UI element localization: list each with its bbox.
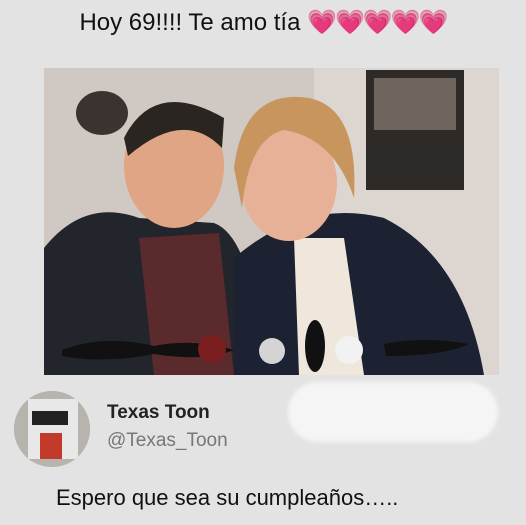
user-handle[interactable]: @Texas_Toon <box>107 430 228 452</box>
tweet-text: Espero que sea su cumpleaños….. <box>56 485 399 510</box>
heart-emoji-icons: 💗💗💗💗💗 <box>307 9 448 36</box>
user-avatar[interactable] <box>14 391 90 467</box>
caption-text: Hoy 69!!!! Te amo tía <box>79 9 301 36</box>
post-caption: Hoy 69!!!! Te amo tía 💗💗💗💗💗 <box>0 8 526 38</box>
photo-image <box>44 68 499 375</box>
post-photo <box>44 68 499 375</box>
avatar-image <box>14 391 90 467</box>
display-name[interactable]: Texas Toon <box>107 402 210 424</box>
redaction-blob <box>288 382 498 442</box>
